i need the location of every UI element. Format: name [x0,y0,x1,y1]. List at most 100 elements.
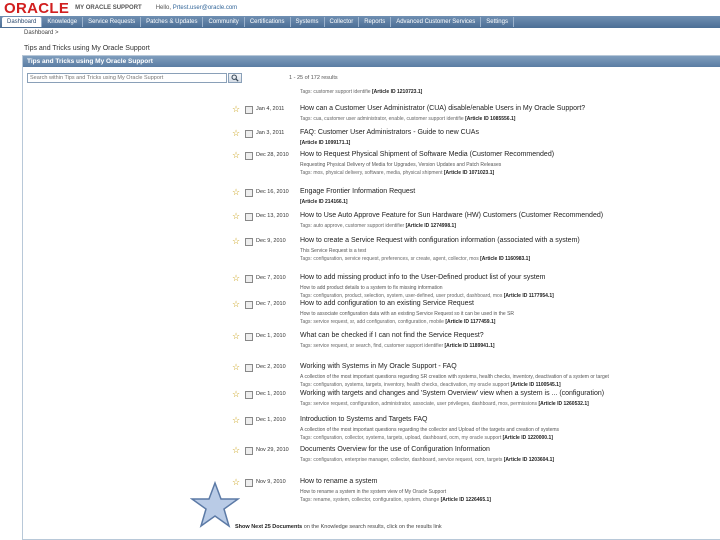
list-item: ☆ Dec 28, 2010 How to Request Physical Shi… [23,149,720,179]
star-icon [190,480,240,528]
item-title-link[interactable]: How to add configuration to an existing … [300,300,474,307]
document-icon [245,333,253,341]
document-icon [245,391,253,399]
document-icon [245,447,253,455]
item-title-link[interactable]: FAQ: Customer User Administrators - Guid… [300,129,479,136]
tab-community[interactable]: Community [203,17,245,27]
item-tags: Tags: service request, configuration, ad… [300,401,589,407]
article-id[interactable]: [Article ID 1177459.1] [445,319,495,325]
tab-certifications[interactable]: Certifications [245,17,291,27]
document-icon [245,479,253,487]
tags-text: Tags: rename, system, collector, configu… [300,497,440,503]
item-title-link[interactable]: Introduction to Systems and Targets FAQ [300,416,428,423]
article-id[interactable]: [Article ID 1226465.1] [441,497,491,503]
favorite-star-icon[interactable]: ☆ [232,237,240,246]
article-id[interactable]: [Article ID 1071023.1] [444,170,494,176]
document-icon [245,417,253,425]
tab-dashboard[interactable]: Dashboard [2,17,43,27]
main-nav: Dashboard Knowledge Service Requests Patche… [0,16,720,28]
tags-text: Tags: configuration, service request, pr… [300,256,479,262]
favorite-star-icon[interactable]: ☆ [232,390,240,399]
tab-service-requests[interactable]: Service Requests [83,17,142,27]
item-description: A collection of the most important quest… [300,374,609,380]
list-item: ☆ Nov 29, 2010 Documents Overview for the … [23,444,720,474]
document-icon [245,213,253,221]
article-id[interactable]: [Article ID 1203604.1] [504,457,554,463]
item-title-link[interactable]: Engage Frontier Information Request [300,188,415,195]
list-item: ☆ Dec 1, 2010 Introduction to Systems and … [23,414,720,444]
tab-advanced-customer-services[interactable]: Advanced Customer Services [391,17,482,27]
article-id[interactable]: [Article ID 1210723.1] [372,89,422,95]
item-tags: Tags: customer support identifie [Articl… [300,89,422,95]
article-id[interactable]: [Article ID 214166.1] [300,199,348,205]
search-input[interactable]: Search within Tips and Tricks using My O… [27,73,227,83]
article-id[interactable]: [Article ID 1274998.1] [406,223,456,229]
article-id[interactable]: [Article ID 1099171.1] [300,140,350,146]
item-date: Dec 1, 2010 [256,417,286,423]
item-date: Dec 1, 2010 [256,391,286,397]
search-row: Search within Tips and Tricks using My O… [27,73,242,83]
item-title-link[interactable]: What can be checked if I can not find th… [300,332,484,339]
favorite-star-icon[interactable]: ☆ [232,151,240,160]
results-count: 1 - 25 of 172 results [289,75,338,81]
favorite-star-icon[interactable]: ☆ [232,363,240,372]
favorite-star-icon[interactable]: ☆ [232,300,240,309]
document-icon [245,130,253,138]
item-date: Dec 28, 2010 [256,152,289,158]
document-icon [245,275,253,283]
favorite-star-icon[interactable]: ☆ [232,446,240,455]
user-link[interactable]: Prtest.user@oracle.com [173,5,237,11]
list-item: ☆ Dec 1, 2010 What can be checked if I can… [23,330,720,360]
page-title: Tips and Tricks using My Oracle Support [24,45,150,52]
favorite-star-icon[interactable]: ☆ [232,129,240,138]
item-date: Dec 9, 2010 [256,238,286,244]
item-title-link[interactable]: Working with Systems in My Oracle Suppor… [300,363,457,370]
item-title-link[interactable]: How to Request Physical Shipment of Soft… [300,151,554,158]
item-title-link[interactable]: How to rename a system [300,478,377,485]
tab-patches-updates[interactable]: Patches & Updates [141,17,204,27]
document-icon [245,301,253,309]
favorite-star-icon[interactable]: ☆ [232,332,240,341]
item-date: Dec 13, 2010 [256,213,289,219]
tab-systems[interactable]: Systems [291,17,325,27]
search-button[interactable] [228,73,242,83]
item-title-link[interactable]: How to Use Auto Approve Feature for Sun … [300,212,603,219]
tags-text: Tags: service request, sr search, find, … [300,343,444,349]
item-date: Jan 4, 2011 [256,106,285,112]
item-date: Dec 16, 2010 [256,189,289,195]
article-id[interactable]: [Article ID 1260532.1] [538,401,588,407]
article-id[interactable]: [Article ID 1189941.1] [445,343,495,349]
item-tags: Tags: mos, physical delivery, software, … [300,170,494,176]
breadcrumb[interactable]: Dashboard > [24,30,59,36]
favorite-star-icon[interactable]: ☆ [232,105,240,114]
tab-knowledge[interactable]: Knowledge [42,17,84,27]
article-id[interactable]: [Article ID 1085556.1] [465,116,515,122]
article-id[interactable]: [Article ID 1220000.1] [503,435,553,441]
favorite-star-icon[interactable]: ☆ [232,212,240,221]
item-date: Dec 7, 2010 [256,275,286,281]
show-next-link[interactable]: Show Next 25 Documents [235,524,302,530]
tags-text: Tags: service request, sr, add configura… [300,319,444,325]
item-title-link[interactable]: How to add missing product info to the U… [300,274,546,281]
favorite-star-icon[interactable]: ☆ [232,274,240,283]
item-date: Dec 1, 2010 [256,333,286,339]
item-title-link[interactable]: How can a Customer User Administrator (C… [300,105,585,112]
tab-reports[interactable]: Reports [359,17,392,27]
item-title-link[interactable]: Documents Overview for the use of Config… [300,446,490,453]
item-description: Requesting Physical Delivery of Media fo… [300,162,502,168]
favorite-star-icon[interactable]: ☆ [232,188,240,197]
tags-text: Tags: customer support identifie [300,89,371,95]
search-icon [231,74,239,82]
item-title-link[interactable]: How to create a Service Request with con… [300,237,580,244]
item-tags: Tags: configuration, collector, systems,… [300,435,553,441]
item-date: Dec 2, 2010 [256,364,286,370]
item-tags: Tags: cua, customer user administrator, … [300,116,515,122]
document-icon [245,106,253,114]
tags-text: Tags: auto approve, customer support ide… [300,223,405,229]
item-title-link[interactable]: Working with targets and changes and 'Sy… [300,390,604,397]
footer-text: on the Knowledge search results, click o… [303,524,442,530]
tab-settings[interactable]: Settings [481,17,514,27]
tab-collector[interactable]: Collector [325,17,360,27]
favorite-star-icon[interactable]: ☆ [232,416,240,425]
article-id[interactable]: [Article ID 1160983.1] [480,256,530,262]
